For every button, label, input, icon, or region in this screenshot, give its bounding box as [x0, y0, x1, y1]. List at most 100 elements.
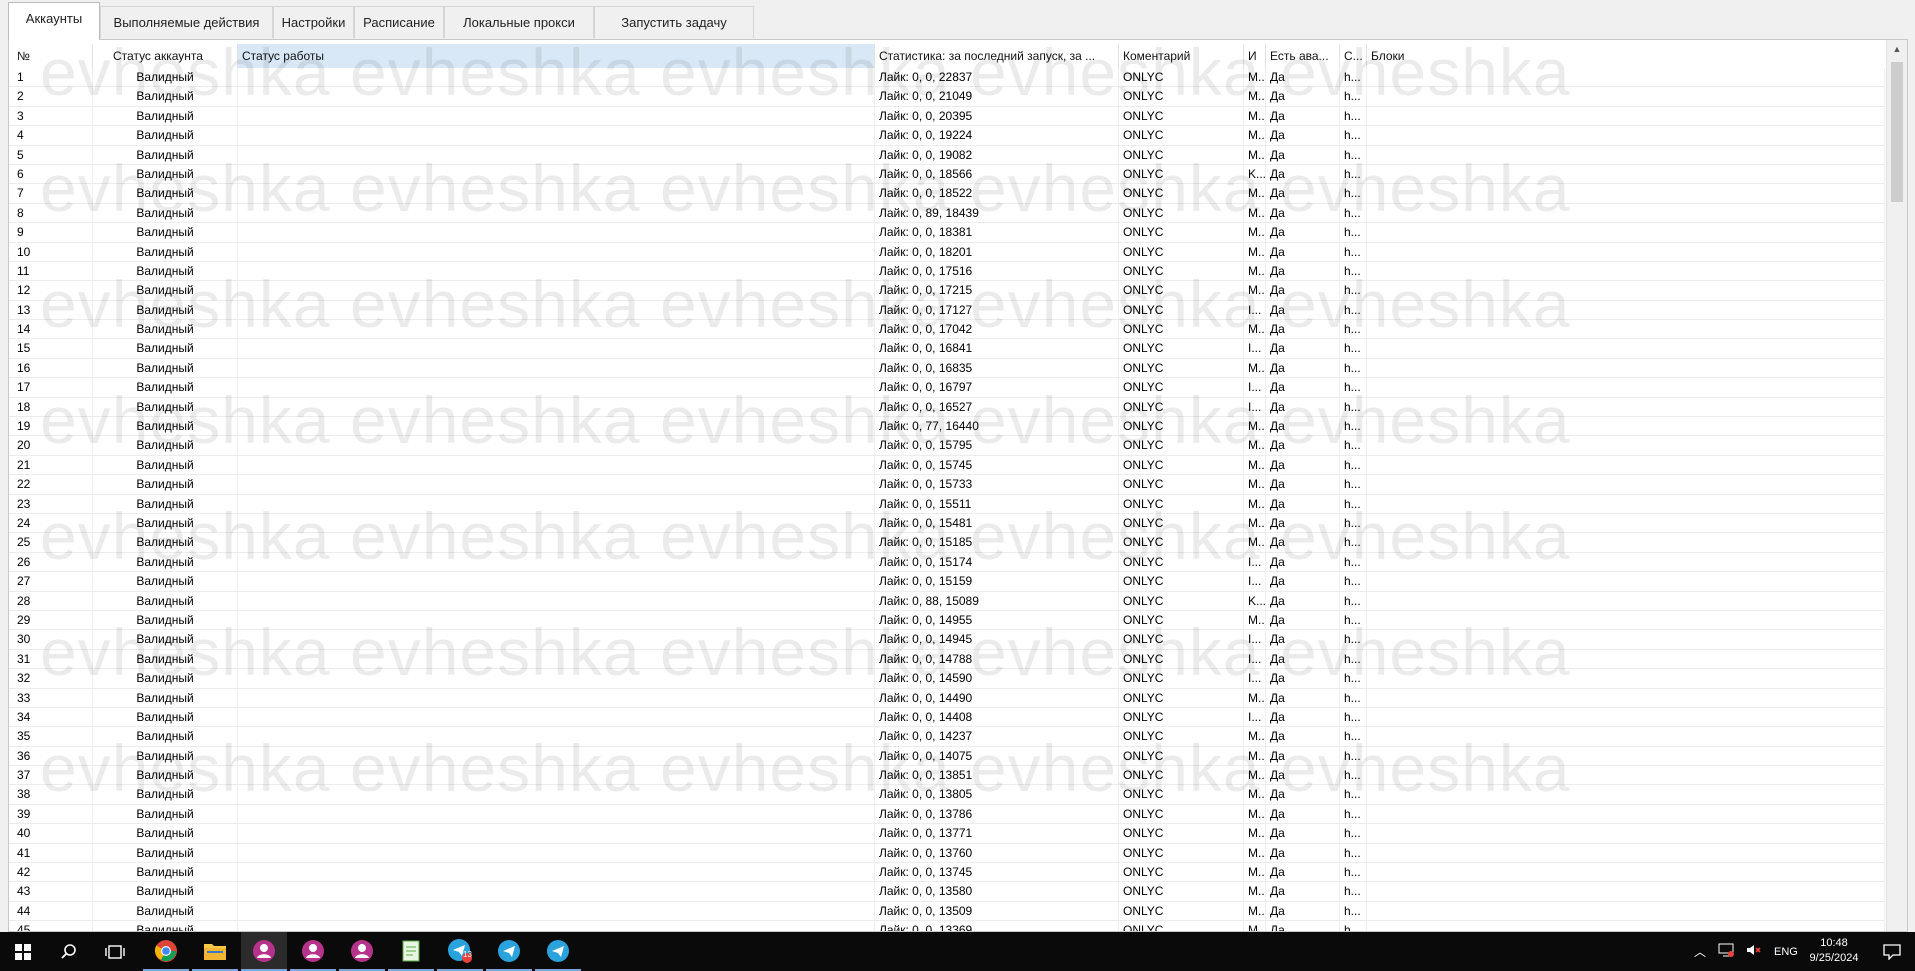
cell-comment[interactable]: ONLYC	[1119, 300, 1244, 320]
cell-i[interactable]: M...	[1244, 533, 1266, 553]
cell-comment[interactable]: ONLYC	[1119, 87, 1244, 107]
telegram-icon[interactable]	[486, 932, 532, 971]
table-row[interactable]: 14 Валидный Лайк: 0, 0, 17042 ONLYC M... Да h.…	[9, 320, 1885, 340]
cell-comment[interactable]: ONLYC	[1119, 804, 1244, 824]
chrome-icon[interactable]	[143, 932, 189, 971]
cell-work-status[interactable]	[238, 223, 875, 243]
cell-i[interactable]: K...	[1244, 164, 1266, 184]
cell-num[interactable]: 33	[13, 688, 93, 708]
cell-comment[interactable]: ONLYC	[1119, 572, 1244, 592]
cell-comment[interactable]: ONLYC	[1119, 358, 1244, 378]
cell-c[interactable]: h...	[1340, 261, 1367, 281]
cell-num[interactable]: 32	[13, 669, 93, 689]
cell-has-avatar[interactable]: Да	[1266, 785, 1340, 805]
cell-blocks[interactable]	[1367, 843, 1885, 863]
cell-work-status[interactable]	[238, 707, 875, 727]
cell-work-status[interactable]	[238, 901, 875, 921]
cell-c[interactable]: h...	[1340, 843, 1367, 863]
cell-account-status[interactable]: Валидный	[93, 882, 238, 902]
cell-comment[interactable]: ONLYC	[1119, 785, 1244, 805]
cell-stats[interactable]: Лайк: 0, 0, 18201	[875, 242, 1119, 262]
cell-c[interactable]: h...	[1340, 378, 1367, 398]
cell-num[interactable]: 5	[13, 145, 93, 165]
cell-account-status[interactable]: Валидный	[93, 126, 238, 146]
cell-work-status[interactable]	[238, 242, 875, 262]
cell-blocks[interactable]	[1367, 921, 1885, 931]
cell-work-status[interactable]	[238, 436, 875, 456]
cell-i[interactable]: M...	[1244, 223, 1266, 243]
cell-stats[interactable]: Лайк: 0, 0, 13851	[875, 766, 1119, 786]
cell-stats[interactable]: Лайк: 0, 0, 13760	[875, 843, 1119, 863]
cell-stats[interactable]: Лайк: 0, 0, 17127	[875, 300, 1119, 320]
cell-comment[interactable]: ONLYC	[1119, 339, 1244, 359]
cell-i[interactable]: M...	[1244, 766, 1266, 786]
cell-comment[interactable]: ONLYC	[1119, 746, 1244, 766]
cell-blocks[interactable]	[1367, 184, 1885, 204]
cell-comment[interactable]: ONLYC	[1119, 552, 1244, 572]
cell-num[interactable]: 43	[13, 882, 93, 902]
cell-i[interactable]: I...	[1244, 378, 1266, 398]
volume-icon[interactable]	[1746, 943, 1762, 960]
cell-stats[interactable]: Лайк: 0, 0, 20395	[875, 106, 1119, 126]
cell-has-avatar[interactable]: Да	[1266, 843, 1340, 863]
cell-stats[interactable]: Лайк: 0, 88, 15089	[875, 591, 1119, 611]
table-row[interactable]: 32 Валидный Лайк: 0, 0, 14590 ONLYC I... Да h.…	[9, 669, 1885, 689]
cell-comment[interactable]: ONLYC	[1119, 863, 1244, 883]
table-row[interactable]: 39 Валидный Лайк: 0, 0, 13786 ONLYC M... Да h.…	[9, 804, 1885, 825]
search-icon[interactable]	[46, 932, 92, 971]
cell-blocks[interactable]	[1367, 552, 1885, 572]
cell-num[interactable]: 11	[13, 261, 93, 281]
cell-has-avatar[interactable]: Да	[1266, 261, 1340, 281]
cell-c[interactable]: h...	[1340, 164, 1367, 184]
cell-has-avatar[interactable]: Да	[1266, 804, 1340, 824]
cell-comment[interactable]: ONLYC	[1119, 591, 1244, 611]
cell-i[interactable]: M...	[1244, 281, 1266, 301]
tab-actions[interactable]: Выполняемые действия	[100, 6, 273, 38]
cell-i[interactable]: M...	[1244, 746, 1266, 766]
cell-has-avatar[interactable]: Да	[1266, 320, 1340, 340]
cell-c[interactable]: h...	[1340, 785, 1367, 805]
col-header-c[interactable]: С...	[1340, 44, 1367, 68]
cell-work-status[interactable]	[238, 785, 875, 805]
cell-account-status[interactable]: Валидный	[93, 824, 238, 844]
cell-c[interactable]: h...	[1340, 921, 1367, 931]
cell-account-status[interactable]: Валидный	[93, 552, 238, 572]
cell-work-status[interactable]	[238, 669, 875, 689]
cell-has-avatar[interactable]: Да	[1266, 494, 1340, 514]
cell-work-status[interactable]	[238, 184, 875, 204]
cell-num[interactable]: 8	[13, 203, 93, 223]
table-row[interactable]: 8 Валидный Лайк: 0, 89, 18439 ONLYC M... Да h.…	[9, 203, 1885, 224]
cell-comment[interactable]: ONLYC	[1119, 824, 1244, 844]
cell-i[interactable]: M...	[1244, 417, 1266, 437]
table-row[interactable]: 43 Валидный Лайк: 0, 0, 13580 ONLYC M... Да h.…	[9, 882, 1885, 902]
cell-has-avatar[interactable]: Да	[1266, 106, 1340, 126]
cell-work-status[interactable]	[238, 397, 875, 417]
cell-has-avatar[interactable]: Да	[1266, 921, 1340, 931]
cell-blocks[interactable]	[1367, 533, 1885, 553]
cell-account-status[interactable]: Валидный	[93, 727, 238, 747]
cell-c[interactable]: h...	[1340, 68, 1367, 87]
cell-comment[interactable]: ONLYC	[1119, 397, 1244, 417]
cell-account-status[interactable]: Валидный	[93, 68, 238, 87]
cell-c[interactable]: h...	[1340, 339, 1367, 359]
cell-num[interactable]: 23	[13, 494, 93, 514]
cell-account-status[interactable]: Валидный	[93, 649, 238, 669]
cell-stats[interactable]: Лайк: 0, 0, 19082	[875, 145, 1119, 165]
cell-c[interactable]: h...	[1340, 533, 1367, 553]
cell-stats[interactable]: Лайк: 0, 0, 17215	[875, 281, 1119, 301]
cell-c[interactable]: h...	[1340, 513, 1367, 533]
cell-has-avatar[interactable]: Да	[1266, 727, 1340, 747]
cell-blocks[interactable]	[1367, 863, 1885, 883]
cell-i[interactable]: I...	[1244, 300, 1266, 320]
app-user-icon[interactable]	[290, 932, 336, 971]
cell-work-status[interactable]	[238, 281, 875, 301]
cell-work-status[interactable]	[238, 863, 875, 883]
cell-stats[interactable]: Лайк: 0, 0, 13805	[875, 785, 1119, 805]
table-row[interactable]: 21 Валидный Лайк: 0, 0, 15745 ONLYC M... Да h.…	[9, 455, 1885, 476]
cell-comment[interactable]: ONLYC	[1119, 843, 1244, 863]
cell-c[interactable]: h...	[1340, 610, 1367, 630]
col-header-num[interactable]: №	[13, 44, 93, 68]
cell-account-status[interactable]: Валидный	[93, 339, 238, 359]
cell-account-status[interactable]: Валидный	[93, 707, 238, 727]
task-view-icon[interactable]	[92, 932, 138, 971]
